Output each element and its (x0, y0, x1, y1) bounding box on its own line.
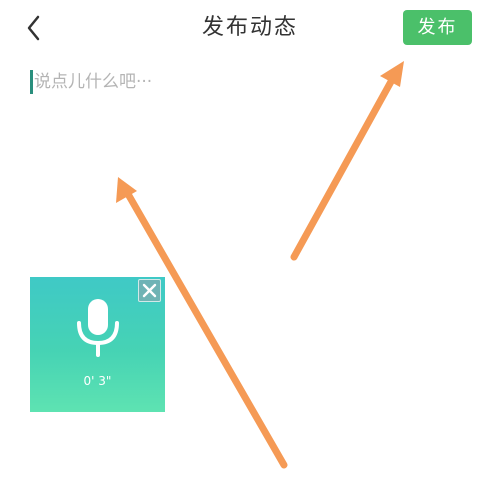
post-editor-page: 发布动态 发布 说点儿什么吧··· 0' 3" (0, 0, 500, 478)
microphone-icon (77, 299, 119, 357)
voice-duration: 0' 3" (83, 374, 112, 388)
input-placeholder: 说点儿什么吧··· (34, 72, 153, 92)
publish-button[interactable]: 发布 (403, 10, 472, 45)
text-cursor (30, 70, 33, 94)
chevron-left-icon (27, 15, 40, 41)
remove-voice-button[interactable] (138, 279, 161, 302)
back-button[interactable] (22, 12, 52, 44)
post-text-input[interactable]: 说点儿什么吧··· (30, 68, 470, 98)
close-icon (142, 283, 157, 298)
